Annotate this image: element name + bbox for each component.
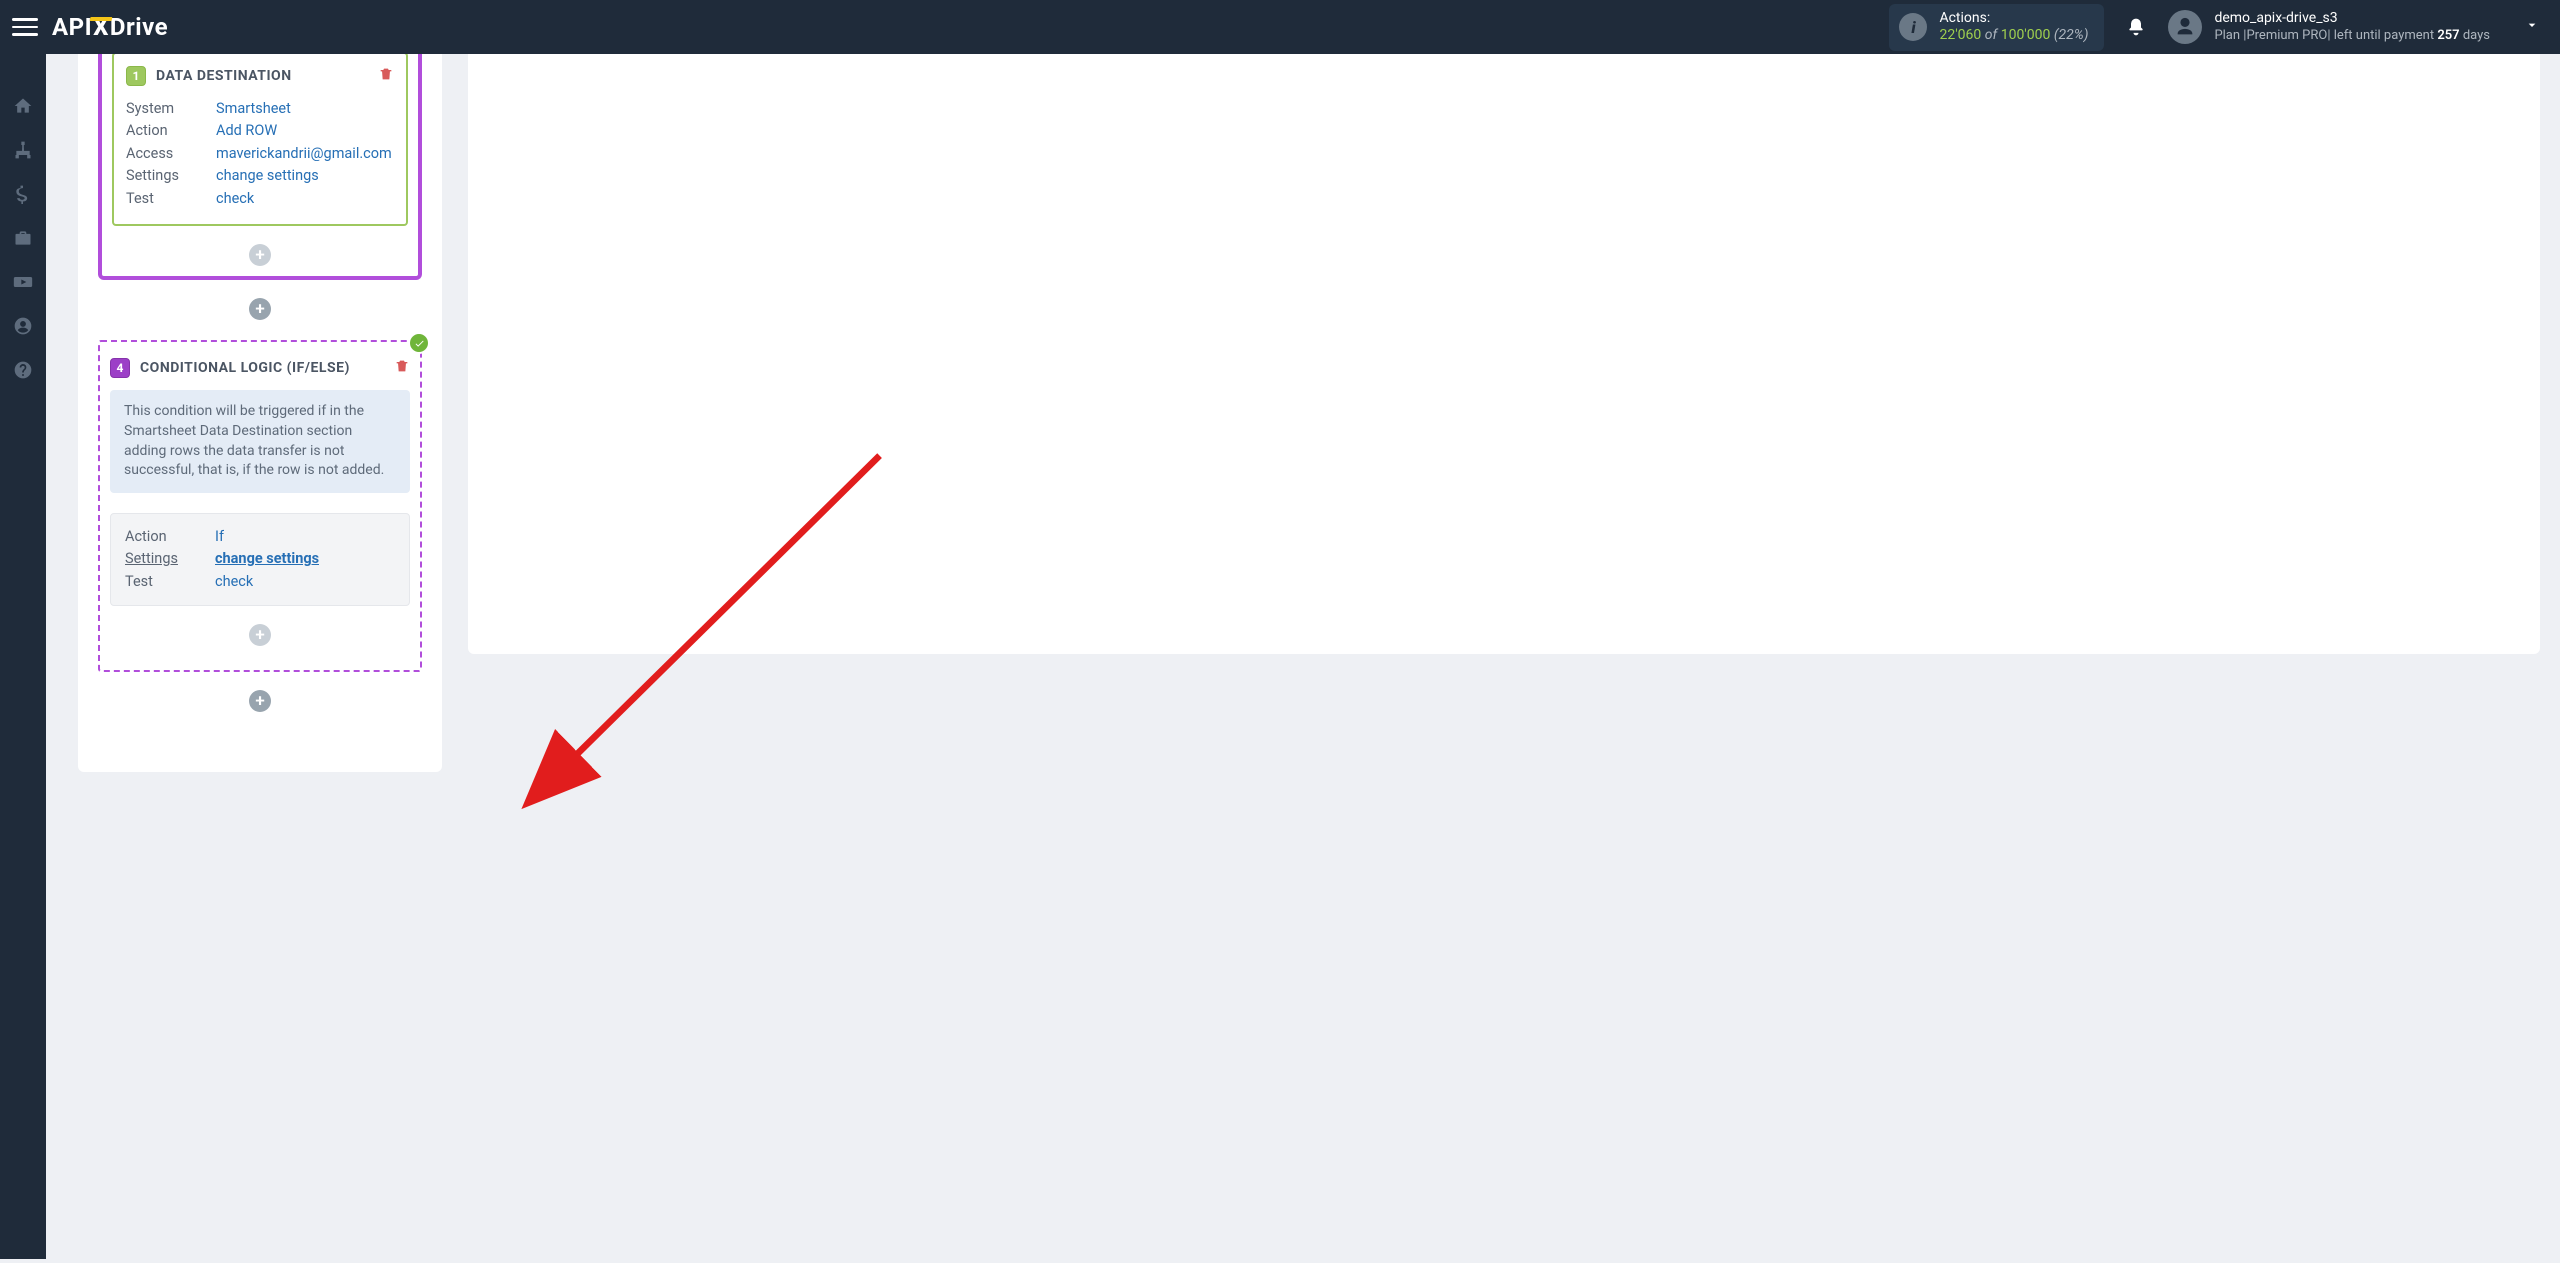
trash-icon <box>378 66 394 82</box>
plan-days: 257 <box>2437 28 2459 43</box>
link-cond-action[interactable]: If <box>215 526 224 548</box>
label-action: Action <box>126 120 216 142</box>
info-icon: i <box>1899 13 1927 41</box>
link-cond-check[interactable]: check <box>215 571 253 593</box>
actions-of: of <box>1985 27 1997 43</box>
chevron-down-icon <box>2524 17 2540 37</box>
conditional-logic-block: 4 CONDITIONAL LOGIC (IF/ELSE) This condi… <box>98 340 422 672</box>
link-check-dest[interactable]: check <box>216 188 254 210</box>
block-title-data-destination: DATA DESTINATION <box>156 68 292 84</box>
block-number-badge-cond: 4 <box>110 358 130 378</box>
detail-panel <box>468 54 2540 654</box>
actions-total: 100'000 <box>2001 27 2051 43</box>
logo[interactable]: APIXDrive <box>52 13 168 41</box>
sidebar-item-account[interactable] <box>0 306 46 346</box>
block-title-conditional: CONDITIONAL LOGIC (IF/ELSE) <box>140 360 350 376</box>
add-inside-conditional-button[interactable]: + <box>249 624 271 646</box>
data-destination-block: 1 DATA DESTINATION SystemSmartsheet Acti… <box>98 52 422 280</box>
user-name: demo_apix-drive_s3 <box>2214 9 2490 27</box>
add-inside-destination-button[interactable]: + <box>249 244 271 266</box>
sitemap-icon <box>13 140 33 160</box>
briefcase-icon <box>13 228 33 248</box>
link-cond-change-settings[interactable]: change settings <box>215 548 319 570</box>
block-number-badge: 1 <box>126 66 146 86</box>
label-cond-test: Test <box>125 571 215 593</box>
plan-days-suffix: days <box>2460 28 2490 43</box>
label-cond-settings: Settings <box>125 548 215 570</box>
conditional-info-text: This condition will be triggered if in t… <box>110 390 410 492</box>
plan-text: Plan |Premium PRO| left until payment <box>2214 28 2437 43</box>
youtube-icon <box>13 272 33 292</box>
delete-conditional-button[interactable] <box>394 358 410 378</box>
trash-icon <box>394 358 410 374</box>
actions-used: 22'060 <box>1939 27 1981 43</box>
link-change-settings-dest[interactable]: change settings <box>216 165 319 187</box>
logo-part-api: API <box>52 13 92 41</box>
user-circle-icon <box>13 316 33 336</box>
add-block-after-button[interactable]: + <box>249 690 271 712</box>
actions-label: Actions: <box>1939 10 2088 28</box>
dollar-icon <box>13 184 33 204</box>
label-cond-action: Action <box>125 526 215 548</box>
label-settings: Settings <box>126 165 216 187</box>
label-system: System <box>126 98 216 120</box>
question-icon <box>13 360 33 380</box>
link-access[interactable]: maverickandrii@gmail.com <box>216 143 392 165</box>
actions-counter[interactable]: i Actions: 22'060 of 100'000 (22%) <box>1889 4 2104 51</box>
sidebar-item-video[interactable] <box>0 262 46 302</box>
sidebar-item-work[interactable] <box>0 218 46 258</box>
logo-part-x: X <box>93 13 109 41</box>
home-icon <box>13 96 33 116</box>
link-action[interactable]: Add ROW <box>216 120 277 142</box>
check-icon <box>414 338 425 349</box>
sidebar-item-billing[interactable] <box>0 174 46 214</box>
actions-percent: (22%) <box>2054 27 2089 43</box>
sidebar-item-connections[interactable] <box>0 130 46 170</box>
sidebar-item-home[interactable] <box>0 86 46 126</box>
status-success-badge <box>408 332 430 354</box>
logo-part-drive: Drive <box>110 13 168 41</box>
add-block-between-button[interactable]: + <box>249 298 271 320</box>
hamburger-menu[interactable] <box>12 0 38 54</box>
notifications-icon[interactable] <box>2126 15 2146 39</box>
label-test: Test <box>126 188 216 210</box>
flow-builder-panel: 1 DATA DESTINATION SystemSmartsheet Acti… <box>78 54 442 772</box>
sidebar-item-help[interactable] <box>0 350 46 390</box>
link-system[interactable]: Smartsheet <box>216 98 291 120</box>
user-menu[interactable]: demo_apix-drive_s3 Plan |Premium PRO| le… <box>2168 9 2540 44</box>
label-access: Access <box>126 143 216 165</box>
delete-destination-button[interactable] <box>378 66 394 86</box>
conditional-settings-card: ActionIf Settingschange settings Testche… <box>110 513 410 606</box>
avatar-icon <box>2168 10 2202 44</box>
